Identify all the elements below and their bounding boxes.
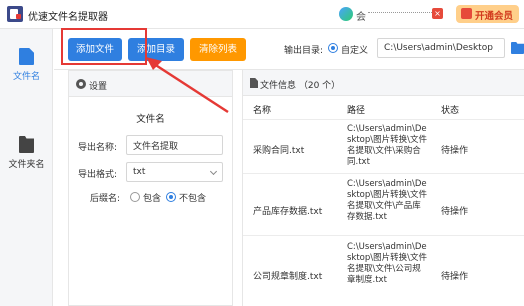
nav-item-label: 文件夹名 [8,160,45,170]
file-list-panel: 文件信息 （20 个） 名称 路径 状态 采购合同.txt C:\Users\a… [242,70,524,306]
nav-item-foldername[interactable]: 文件夹名 [0,133,53,177]
suffix-include-radio[interactable] [130,192,140,202]
document-icon [250,78,258,88]
export-name-input[interactable] [126,135,223,155]
vip-button-label: 开通会员 [475,11,514,22]
table-row[interactable]: 采购合同.txt C:\Users\admin\Desktop\图片转换\文件名… [243,119,524,173]
export-format-select[interactable]: txt [126,162,223,182]
vip-icon [461,8,472,19]
gear-icon [76,79,86,89]
close-badge-icon[interactable]: × [432,8,443,19]
table-row[interactable]: 产品库存数据.txt C:\Users\admin\Desktop\图片转换\文… [243,173,524,235]
browse-folder-icon[interactable] [511,42,524,54]
folder-icon [19,136,34,153]
avatar [339,7,353,21]
highlight-box [61,28,147,65]
export-format-value: txt [133,167,146,177]
user-name: 会 [356,12,366,23]
file-path-cell: C:\Users\admin\Desktop\图片转换\文件名提取\文件\产品库… [347,179,428,222]
file-name-cell: 公司规章制度.txt [253,272,323,282]
column-header-status[interactable]: 状态 [441,103,459,116]
vip-button[interactable]: 开通会员 [456,5,519,23]
suffix-label: 后缀名: [90,194,121,204]
table-row[interactable]: 公司规章制度.txt C:\Users\admin\Desktop\图片转换\文… [243,235,524,306]
left-sidebar: 文件名 文件夹名 [0,29,53,306]
file-name-cell: 采购合同.txt [253,146,305,156]
custom-output-label: 自定义 [341,46,369,56]
section-title: 文件名 [136,114,165,125]
nav-item-filename[interactable]: 文件名 [0,45,53,89]
file-status-cell: 待操作 [441,272,469,282]
file-status-cell: 待操作 [441,207,469,217]
export-name-label: 导出名称: [78,143,118,153]
chevron-down-icon [209,167,218,176]
column-header-name[interactable]: 名称 [253,103,271,116]
output-path-input[interactable] [377,38,505,58]
app-logo-icon [7,6,23,22]
user-name-mask [368,12,432,16]
column-header-path[interactable]: 路径 [347,103,365,116]
file-path-cell: C:\Users\admin\Desktop\图片转换\文件名提取\文件\公司规… [347,242,428,285]
file-path-cell: C:\Users\admin\Desktop\图片转换\文件名提取\文件\采购合… [347,124,428,167]
nav-item-label: 文件名 [12,72,40,82]
file-name-cell: 产品库存数据.txt [253,207,323,217]
suffix-include-label: 包含 [143,194,162,204]
settings-header: 设置 [69,71,232,97]
settings-title: 设置 [89,82,108,92]
settings-panel: 设置 文件名 导出名称: 导出格式: txt 后缀名: 包含 不包含 [68,70,233,306]
app-title: 优速文件名提取器 [28,12,108,23]
custom-output-radio[interactable] [328,43,338,53]
title-bar: 优速文件名提取器 会 × 开通会员 [0,0,524,29]
file-status-cell: 待操作 [441,146,469,156]
export-format-label: 导出格式: [78,170,118,180]
suffix-exclude-radio[interactable] [166,192,176,202]
clear-list-button[interactable]: 清除列表 [190,38,246,61]
suffix-exclude-label: 不包含 [179,194,207,204]
file-list-title: 文件信息 （20 个） [260,81,341,91]
output-dir-label: 输出目录: [284,46,324,56]
file-list-header: 文件信息 （20 个） [243,70,524,96]
file-icon [19,48,34,65]
